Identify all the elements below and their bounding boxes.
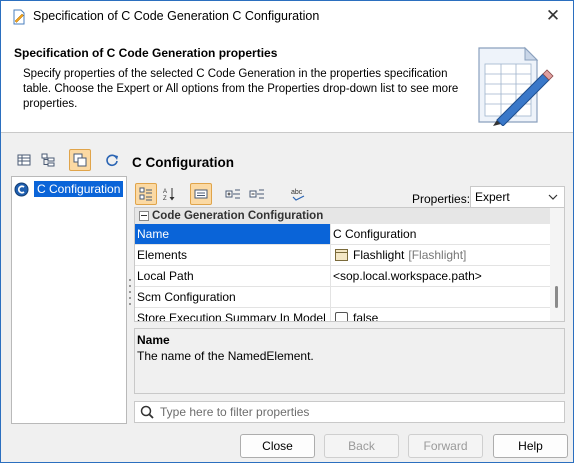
filter-box	[134, 401, 565, 423]
refresh-button[interactable]	[101, 149, 123, 171]
expand-all-button[interactable]	[222, 183, 244, 205]
property-key: Scm Configuration	[135, 287, 331, 307]
table-icon	[17, 154, 31, 166]
document-pencil-icon	[478, 46, 554, 126]
refresh-icon	[106, 154, 118, 167]
header-title: Specification of C Code Generation prope…	[14, 46, 278, 60]
property-key: Local Path	[135, 266, 331, 286]
header-description: Specify properties of the selected C Cod…	[23, 68, 459, 110]
properties-view-button[interactable]	[13, 149, 35, 171]
copy-view-toggle[interactable]	[69, 149, 91, 171]
svg-text:A: A	[163, 189, 167, 195]
search-icon	[140, 405, 154, 419]
app-icon	[13, 9, 25, 25]
help-button[interactable]: Help	[493, 434, 568, 458]
property-key: Elements	[135, 245, 331, 265]
abc-icon: abc	[291, 189, 305, 201]
property-row-scm-configuration[interactable]: Scm Configuration	[135, 287, 550, 308]
sort-az-button[interactable]: A Z	[158, 183, 180, 205]
sort-az-icon: A Z	[163, 188, 175, 201]
description-text: The name of the NamedElement.	[137, 349, 314, 363]
tree-item-c-configuration[interactable]: C Configuration	[14, 180, 124, 198]
categorized-view-toggle[interactable]	[135, 183, 157, 205]
property-value[interactable]: Flashlight [Flashlight]	[331, 245, 550, 265]
dialog-header: Specification of C Code Generation prope…	[1, 32, 573, 133]
scrollbar-thumb[interactable]	[555, 286, 558, 308]
chevron-down-icon	[548, 194, 558, 200]
property-value[interactable]: C Configuration	[331, 224, 550, 244]
property-value[interactable]: <sop.local.workspace.path>	[331, 266, 550, 286]
property-value-text: Flashlight	[353, 248, 405, 262]
back-button[interactable]: Back	[324, 434, 399, 458]
property-value-text: C Configuration	[333, 227, 417, 241]
specification-dialog: Specification of C Code Generation C Con…	[0, 0, 574, 463]
property-group-label: Code Generation Configuration	[152, 210, 324, 222]
property-key: Store Execution Summary In Model	[135, 308, 331, 321]
spell-check-button[interactable]: abc	[288, 183, 310, 205]
property-row-store-execution-summary[interactable]: Store Execution Summary In Model false	[135, 308, 550, 322]
window-title: Specification of C Code Generation C Con…	[33, 9, 320, 23]
grid-toolbar: A Z abc Properties: Expert	[134, 183, 565, 208]
collapse-all-button[interactable]	[246, 183, 268, 205]
description-icon	[194, 189, 208, 199]
property-value[interactable]: false	[331, 308, 550, 322]
property-key: Name	[135, 224, 331, 244]
svg-text:Z: Z	[163, 196, 167, 201]
categorized-icon	[139, 187, 152, 201]
property-group-header[interactable]: Code Generation Configuration	[135, 208, 550, 224]
properties-mode-select[interactable]: Expert	[470, 186, 565, 208]
property-value-type: [Flashlight]	[408, 248, 467, 262]
close-window-button[interactable]: ✕	[541, 5, 565, 29]
forward-button[interactable]: Forward	[408, 434, 483, 458]
property-value[interactable]	[331, 287, 550, 307]
description-toggle[interactable]	[190, 183, 212, 205]
description-term: Name	[137, 333, 170, 347]
property-row-name[interactable]: Name C Configuration	[135, 224, 550, 245]
svg-text:abc: abc	[291, 189, 303, 196]
property-description-panel: Name The name of the NamedElement.	[134, 328, 565, 394]
expand-icon	[225, 189, 240, 199]
property-row-local-path[interactable]: Local Path <sop.local.workspace.path>	[135, 266, 550, 287]
collapse-icon	[249, 189, 264, 199]
filter-input[interactable]	[160, 405, 540, 419]
grid-scrollbar[interactable]	[550, 208, 564, 321]
properties-mode-value: Expert	[475, 190, 510, 204]
property-row-elements[interactable]: Elements Flashlight [Flashlight]	[135, 245, 550, 266]
hierarchy-icon	[41, 153, 55, 167]
spec-element-title: C Configuration	[132, 155, 234, 170]
block-icon	[335, 249, 348, 261]
tree-view-button[interactable]	[37, 149, 59, 171]
property-value-text: false	[353, 311, 379, 322]
properties-grid: Code Generation Configuration Name C Con…	[134, 207, 565, 322]
collapse-group-icon[interactable]	[139, 211, 149, 221]
tree-item-label: C Configuration	[34, 181, 124, 197]
copy-icon	[73, 153, 87, 167]
store-summary-checkbox[interactable]	[335, 311, 348, 321]
element-tree: C Configuration	[11, 176, 127, 424]
c-config-icon	[14, 182, 29, 196]
close-button[interactable]: Close	[240, 434, 315, 458]
splitter-handle[interactable]	[128, 277, 132, 307]
properties-mode-label: Properties:	[412, 192, 471, 206]
property-value-text: <sop.local.workspace.path>	[333, 269, 482, 283]
title-bar: Specification of C Code Generation C Con…	[1, 1, 573, 32]
